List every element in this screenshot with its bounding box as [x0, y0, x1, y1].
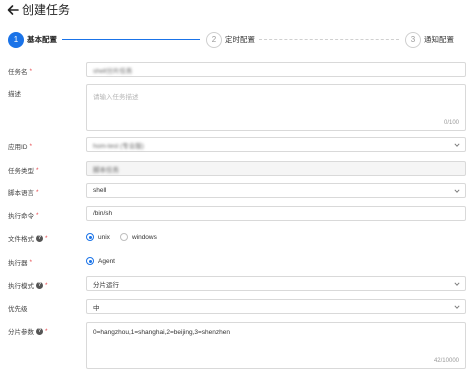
shard-params-label: 分片参数? *	[8, 327, 48, 336]
description-textarea[interactable]: 请输入任务描述 0/100	[86, 84, 466, 131]
executor-radio-group: Agent	[86, 257, 125, 265]
radio-checked-icon	[86, 233, 94, 241]
app-id-label: 应用ID *	[8, 142, 33, 152]
page-header: 创建任务	[0, 0, 474, 24]
help-icon[interactable]: ?	[36, 327, 43, 335]
radio-unchecked-icon	[119, 233, 128, 241]
chevron-down-icon	[454, 304, 460, 310]
radio-agent[interactable]: Agent	[86, 257, 115, 265]
step-3-circle[interactable]: 3	[405, 32, 421, 48]
step-connector-1	[62, 39, 200, 40]
shard-params-counter: 42/10000	[433, 358, 459, 364]
step-2-circle[interactable]: 2	[206, 32, 222, 48]
chevron-down-icon	[454, 188, 460, 194]
description-placeholder: 请输入任务描述	[93, 94, 139, 101]
exec-mode-label: 执行模式? *	[8, 281, 48, 290]
priority-select[interactable]: 中	[86, 299, 466, 314]
exec-mode-select[interactable]: 分片运行	[86, 276, 466, 291]
priority-label: 优先级	[8, 306, 28, 313]
chevron-down-icon	[454, 281, 460, 287]
script-lang-select[interactable]: shell	[86, 183, 466, 198]
shard-params-value: 0=hangzhou,1=shanghai,2=beijing,3=shenzh…	[93, 329, 230, 336]
step-1-circle: 1	[8, 32, 24, 48]
radio-unix[interactable]: unix	[86, 233, 110, 241]
executor-label: 执行器 *	[8, 258, 33, 268]
task-type-select: 脚本任务	[86, 161, 466, 176]
step-3-label[interactable]: 通知配置	[424, 34, 454, 45]
step-progress: 1 基本配置 2 定时配置 3 通知配置	[0, 30, 474, 50]
radio-windows[interactable]: windows	[119, 233, 157, 241]
chevron-down-icon	[454, 142, 460, 148]
shard-params-textarea[interactable]: 0=hangzhou,1=shanghai,2=beijing,3=shenzh…	[86, 322, 466, 369]
back-arrow-icon[interactable]	[6, 3, 20, 17]
exec-cmd-label: 执行命令 *	[8, 211, 39, 221]
description-counter: 0/100	[443, 120, 459, 126]
radio-checked-icon	[86, 257, 94, 265]
task-name-label: 任务名 *	[8, 67, 33, 77]
file-format-label: 文件格式? *	[8, 234, 48, 243]
app-id-select[interactable]: hom-test (专业版)	[86, 137, 466, 152]
step-2-label[interactable]: 定时配置	[225, 34, 255, 45]
help-icon[interactable]: ?	[36, 281, 43, 289]
step-1-label: 基本配置	[27, 35, 57, 44]
file-format-radio-group: unix windows	[86, 233, 167, 241]
description-label: 描述	[8, 91, 21, 98]
script-lang-label: 脚本语言 *	[8, 188, 39, 198]
help-icon[interactable]: ?	[36, 234, 43, 242]
task-type-label: 任务类型 *	[8, 166, 39, 176]
step-connector-2	[259, 39, 399, 40]
page-title: 创建任务	[22, 3, 71, 17]
exec-cmd-input[interactable]: /bin/sh	[86, 206, 466, 221]
task-name-input[interactable]: shell分片任务	[86, 62, 466, 77]
